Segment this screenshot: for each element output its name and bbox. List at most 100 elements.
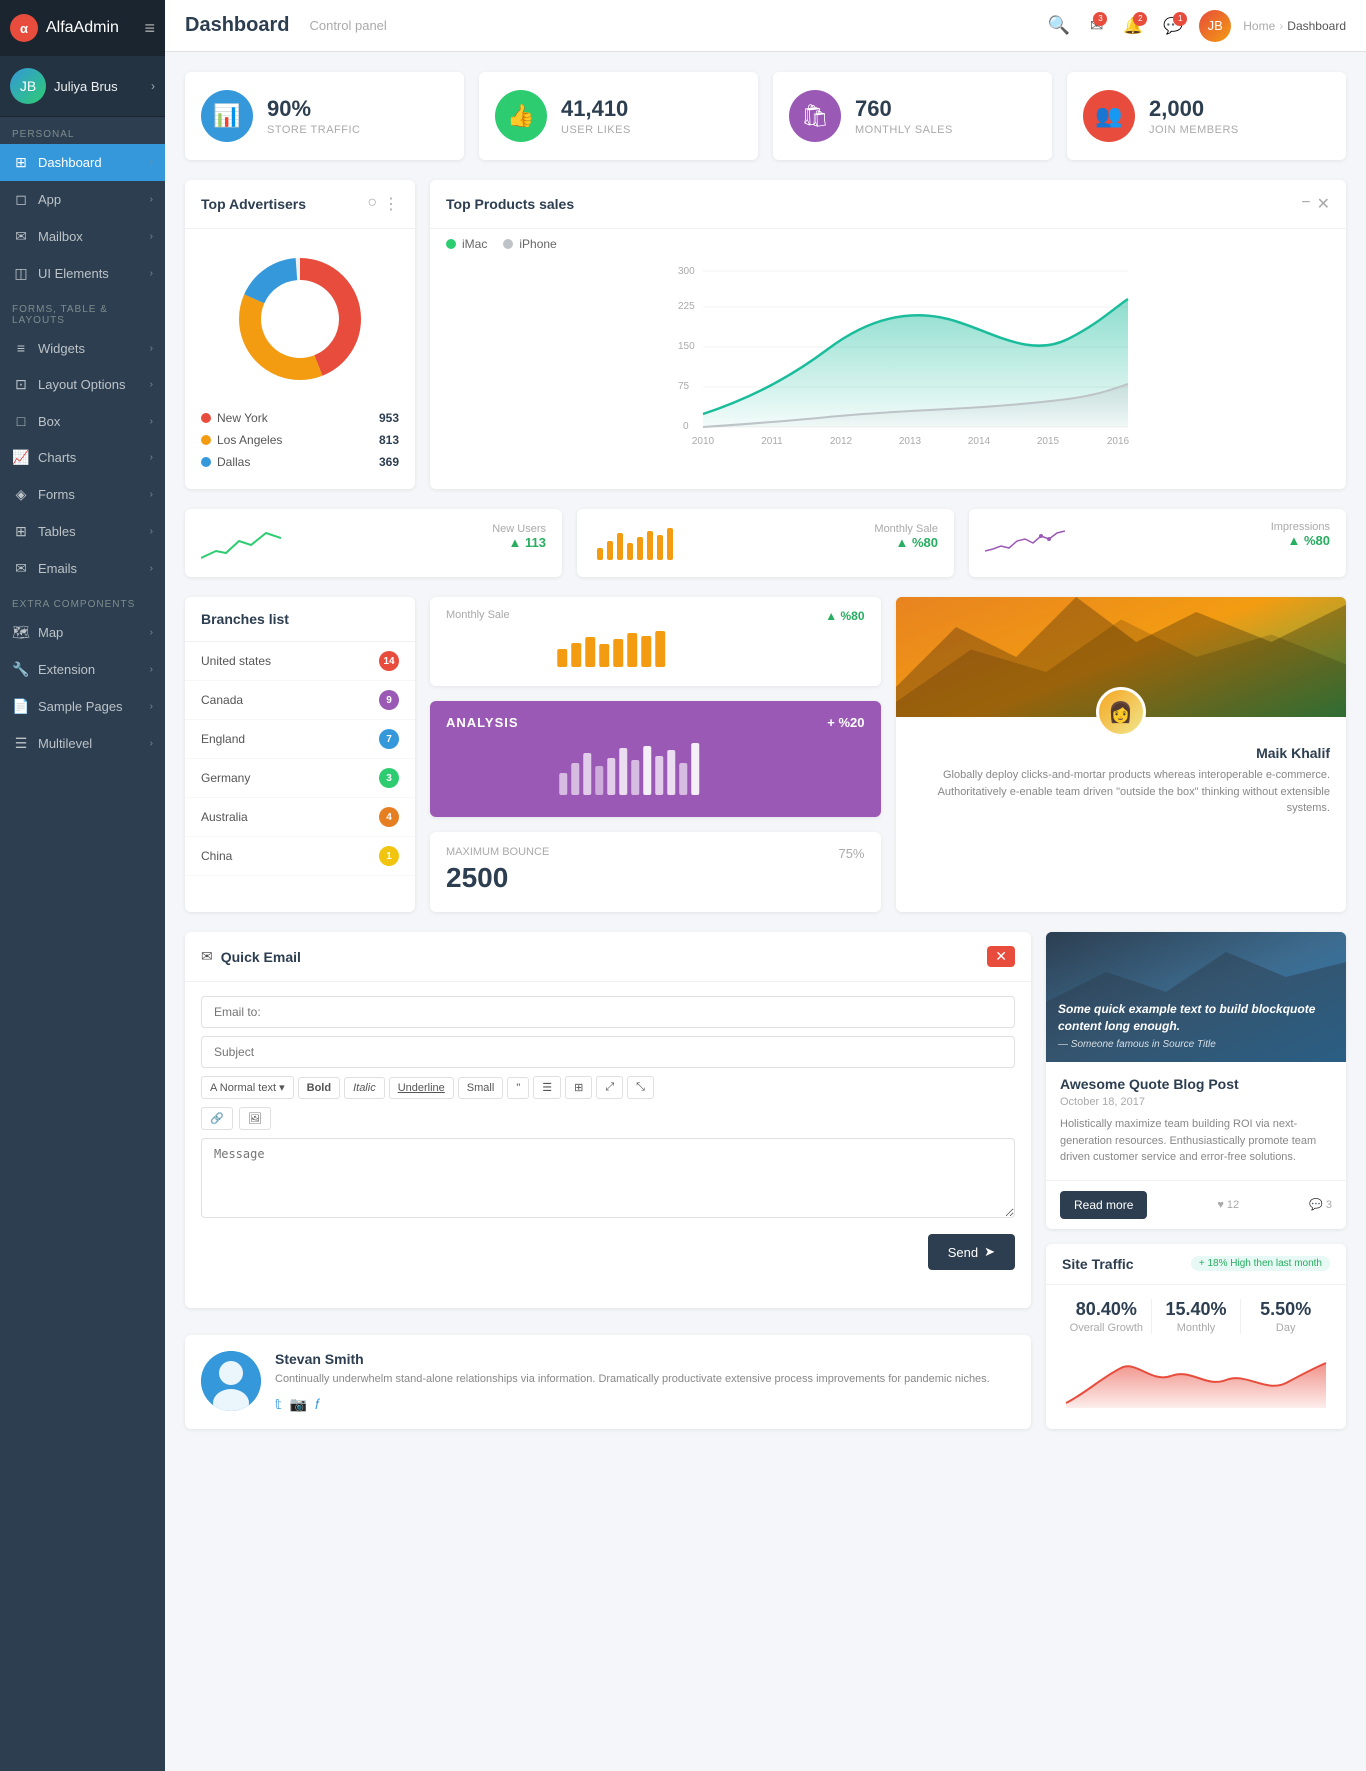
link-button[interactable]: 🔗: [201, 1107, 233, 1130]
normal-text-button[interactable]: A Normal text ▾: [201, 1076, 294, 1099]
blog-likes: ♥ 12: [1217, 1199, 1239, 1211]
arrow-icon: ›: [150, 157, 153, 168]
svg-text:2014: 2014: [968, 436, 991, 447]
user-avatar[interactable]: JB: [1199, 10, 1231, 42]
site-traffic-card: Site Traffic + 18% High then last month …: [1046, 1244, 1346, 1429]
sidebar-item-charts[interactable]: 📈 Charts ›: [0, 439, 165, 476]
italic-button[interactable]: Italic: [344, 1077, 385, 1099]
branch-item-us: United states 14: [185, 642, 415, 681]
sidebar-item-widgets[interactable]: ≡ Widgets ›: [0, 330, 165, 366]
sidebar-item-tables[interactable]: ⊞ Tables ›: [0, 513, 165, 550]
underline-button[interactable]: Underline: [389, 1077, 454, 1099]
hamburger-icon[interactable]: ≡: [144, 18, 155, 39]
forms-icon: ◈: [12, 486, 30, 503]
bold-button[interactable]: Bold: [298, 1077, 340, 1099]
sidebar-item-extension[interactable]: 🔧 Extension ›: [0, 651, 165, 688]
new-users-card: New Users ▲ 113: [185, 509, 562, 577]
sidebar-item-ui-elements[interactable]: ◫ UI Elements ›: [0, 255, 165, 292]
sales-value: 760: [855, 96, 953, 122]
bounce-value: 2500: [446, 862, 549, 894]
avatar: JB: [10, 68, 46, 104]
breadcrumb-home[interactable]: Home: [1243, 19, 1275, 33]
close-icon[interactable]: ✕: [1317, 194, 1330, 214]
user-chevron-icon: ›: [151, 79, 155, 93]
sidebar-item-forms[interactable]: ◈ Forms ›: [0, 476, 165, 513]
overall-growth-stat: 80.40% Overall Growth: [1062, 1299, 1152, 1334]
read-more-button[interactable]: Read more: [1060, 1191, 1147, 1219]
svg-text:225: 225: [678, 301, 695, 312]
expand-button[interactable]: ⤢: [596, 1076, 623, 1099]
blog-col: Some quick example text to build blockqu…: [1046, 932, 1346, 1429]
svg-text:2013: 2013: [899, 436, 922, 447]
advertiser-legend: New York 953 Los Angeles 813 Dallas 369: [185, 399, 415, 489]
main-content: Dashboard Control panel 🔍 ✉ 3 🔔 2 💬 1 JB…: [165, 0, 1366, 1771]
search-icon[interactable]: 🔍: [1048, 15, 1070, 36]
author-name: Stevan Smith: [275, 1351, 1015, 1367]
monthly-sale-label: Monthly Sale: [874, 523, 938, 535]
sidebar-item-dashboard[interactable]: ⊞ Dashboard ›: [0, 144, 165, 181]
bounce-pct: 75%: [838, 846, 864, 861]
blog-title: Awesome Quote Blog Post: [1060, 1076, 1332, 1092]
sidebar-item-map[interactable]: 🗺 Map ›: [0, 614, 165, 651]
stat-card-likes: 👍 41,410 USER LIKES: [479, 72, 758, 160]
mail-icon[interactable]: ✉ 3: [1090, 16, 1103, 36]
chat-icon[interactable]: 💬 1: [1163, 16, 1183, 36]
branch-badge: 9: [379, 690, 399, 710]
content-area: 📊 90% STORE TRAFFIC 👍 41,410 USER LIKES …: [165, 52, 1366, 1771]
monthly-stat: 15.40% Monthly: [1152, 1299, 1242, 1334]
monthly-mini-label: Monthly Sale: [446, 609, 510, 623]
subject-input[interactable]: [201, 1036, 1015, 1068]
table-button[interactable]: ⊞: [565, 1076, 592, 1099]
sidebar-item-label: Forms: [38, 487, 142, 502]
sidebar-item-app[interactable]: ◻ App ›: [0, 181, 165, 218]
instagram-icon[interactable]: 📷: [290, 1396, 307, 1413]
site-traffic-badge: + 18% High then last month: [1191, 1256, 1330, 1271]
sidebar-user[interactable]: JB Juliya Brus ›: [0, 56, 165, 117]
sidebar-item-emails[interactable]: ✉ Emails ›: [0, 550, 165, 587]
minimize-icon[interactable]: −: [1301, 194, 1310, 214]
extra-label: EXTRA COMPONENTS: [0, 587, 165, 614]
blog-card: Some quick example text to build blockqu…: [1046, 932, 1346, 1229]
sidebar-item-layout[interactable]: ⊡ Layout Options ›: [0, 366, 165, 403]
image-button[interactable]: 🖼: [239, 1107, 271, 1130]
members-icon: 👥: [1083, 90, 1135, 142]
la-value: 813: [379, 433, 399, 447]
branch-badge: 14: [379, 651, 399, 671]
branch-badge: 3: [379, 768, 399, 788]
more-icon[interactable]: ⋮: [383, 194, 399, 214]
bell-icon[interactable]: 🔔 2: [1123, 16, 1143, 36]
send-button[interactable]: Send ➤: [928, 1234, 1015, 1270]
top-advertisers-header: Top Advertisers ○ ⋮: [185, 180, 415, 229]
arrow-icon: ›: [150, 627, 153, 638]
twitter-icon[interactable]: 𝕥: [275, 1396, 282, 1413]
iphone-label: iPhone: [519, 237, 556, 251]
quick-email-close-button[interactable]: ✕: [987, 946, 1015, 967]
circle-icon[interactable]: ○: [367, 194, 377, 214]
list-button[interactable]: ☰: [533, 1076, 561, 1099]
traffic-value: 90%: [267, 96, 361, 122]
quote-button[interactable]: ": [507, 1077, 529, 1099]
sidebar-item-box[interactable]: □ Box ›: [0, 403, 165, 439]
branch-item-australia: Australia 4: [185, 798, 415, 837]
message-textarea[interactable]: [201, 1138, 1015, 1218]
svg-text:2015: 2015: [1037, 436, 1060, 447]
sidebar-item-sample-pages[interactable]: 📄 Sample Pages ›: [0, 688, 165, 725]
branch-label: China: [201, 849, 232, 863]
blog-quote: Some quick example text to build blockqu…: [1058, 1001, 1334, 1035]
small-button[interactable]: Small: [458, 1077, 504, 1099]
arrow-icon: ›: [150, 268, 153, 279]
breadcrumb-separator: ›: [1279, 19, 1283, 33]
sidebar-item-multilevel[interactable]: ☰ Multilevel ›: [0, 725, 165, 762]
author-desc: Continually underwhelm stand-alone relat…: [275, 1371, 1015, 1388]
box-icon: □: [12, 413, 30, 429]
sidebar-item-label: UI Elements: [38, 266, 142, 281]
email-to-input[interactable]: [201, 996, 1015, 1028]
traffic-icon: 📊: [201, 90, 253, 142]
shrink-button[interactable]: ⤡: [627, 1076, 654, 1099]
profile-description: Globally deploy clicks-and-mortar produc…: [912, 767, 1331, 817]
likes-icon: 👍: [495, 90, 547, 142]
author-card: Stevan Smith Continually underwhelm stan…: [185, 1335, 1031, 1429]
sidebar-item-mailbox[interactable]: ✉ Mailbox ›: [0, 218, 165, 255]
facebook-icon[interactable]: 𝑓: [315, 1396, 319, 1413]
branch-badge: 4: [379, 807, 399, 827]
